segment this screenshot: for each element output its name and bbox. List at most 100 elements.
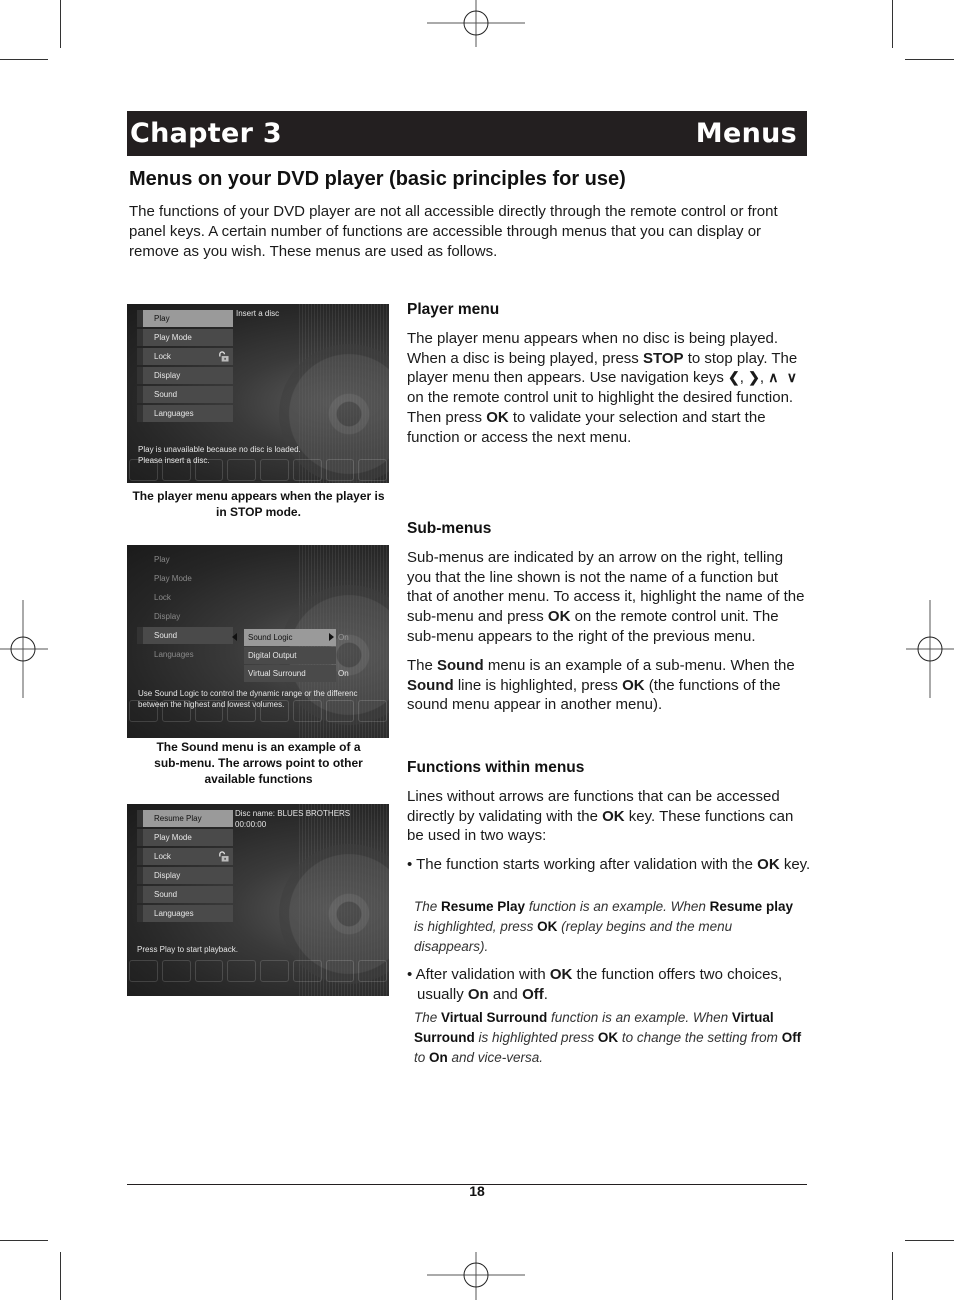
sound-submenu-list: Sound Logic Digital Output Virtual Surro… bbox=[244, 629, 336, 683]
text: • After validation with bbox=[407, 966, 550, 983]
menu-item: Languages bbox=[154, 650, 194, 659]
menu-item: Languages bbox=[137, 405, 233, 422]
example-note: The Virtual Surround function is an exam… bbox=[414, 1008, 804, 1068]
intro-paragraph: The functions of your DVD player are not… bbox=[129, 203, 778, 260]
text: line is highlighted, press bbox=[453, 676, 623, 694]
menu-item-label: Lock bbox=[154, 852, 171, 861]
bold-key: OK bbox=[757, 856, 780, 873]
crop-mark bbox=[905, 1240, 954, 1241]
screen-message-line: Play is unavailable because no disc is l… bbox=[138, 445, 301, 454]
menu-item-label: Lock bbox=[154, 352, 171, 361]
thumbnail-strip bbox=[127, 958, 389, 984]
menu-item: Sound bbox=[137, 886, 233, 903]
text: The bbox=[414, 899, 442, 914]
text: is highlighted press bbox=[474, 1030, 598, 1045]
submenu-item-label: Sound Logic bbox=[248, 633, 293, 642]
crop-mark bbox=[60, 0, 61, 48]
sound-menu-screenshot: Play Play Mode Lock Display Sound Langua… bbox=[127, 545, 389, 738]
menu-item: Display bbox=[137, 367, 233, 384]
bold-term: Resume play bbox=[709, 899, 793, 914]
registration-mark-icon bbox=[427, 0, 525, 47]
text: is highlighted, press bbox=[414, 919, 538, 934]
figure-caption: The player menu appears when the player … bbox=[132, 489, 385, 519]
bold-term: Resume Play bbox=[441, 899, 526, 914]
thumbnail-strip bbox=[127, 698, 389, 724]
text: menu is an example of a sub-menu. When t… bbox=[483, 657, 795, 674]
text: • The function starts working after vali… bbox=[407, 856, 758, 873]
bold-key: OK bbox=[537, 919, 558, 934]
section-heading: Player menu bbox=[407, 301, 500, 318]
text: function is an example. When bbox=[525, 899, 710, 914]
functions-paragraph: Lines without arrows are functions that … bbox=[407, 787, 807, 846]
bullet-item: • After validation with OK the function … bbox=[407, 965, 817, 1005]
menu-item: Play Mode bbox=[137, 329, 233, 346]
left-arrow-icon: ❮ bbox=[728, 369, 740, 386]
submenu-value: On bbox=[338, 669, 349, 678]
chapter-header: Chapter 3 Menus bbox=[127, 111, 807, 156]
example-note: The Resume Play function is an example. … bbox=[414, 897, 804, 957]
bold-key: OK bbox=[622, 676, 645, 694]
menu-item: Sound bbox=[137, 386, 233, 403]
crop-mark bbox=[892, 1252, 893, 1300]
sound-example-paragraph: The Sound menu is an example of a sub-me… bbox=[407, 656, 807, 715]
thumbnail-strip bbox=[127, 457, 389, 483]
bold-key: OK bbox=[486, 408, 509, 426]
menu-item: Lock bbox=[137, 348, 233, 365]
page-number: 18 bbox=[469, 1183, 485, 1199]
bold-key: OK bbox=[597, 1030, 619, 1045]
menu-item: Display bbox=[154, 612, 181, 621]
unlocked-padlock-icon bbox=[219, 351, 229, 362]
registration-mark-icon bbox=[906, 600, 954, 698]
text: The bbox=[407, 657, 438, 674]
right-arrow-icon bbox=[329, 633, 334, 641]
bold-term: On bbox=[467, 986, 489, 1003]
section-heading: Functions within menus bbox=[407, 759, 585, 776]
player-menu-screenshot: Play Play Mode Lock Display Sound Langua… bbox=[127, 304, 389, 483]
submenu-value: On bbox=[338, 633, 349, 642]
registration-mark-icon bbox=[427, 1252, 525, 1300]
bold-key: OK bbox=[549, 966, 573, 983]
sub-menus-paragraph: Sub-menus are indicated by an arrow on t… bbox=[407, 548, 807, 647]
down-arrow-icon: ∨ bbox=[786, 369, 798, 386]
menu-item: Play bbox=[137, 310, 233, 327]
text: to bbox=[414, 1050, 430, 1065]
menu-item: Play bbox=[154, 555, 170, 564]
figure-caption: The Sound menu is an example of a sub-me… bbox=[154, 740, 363, 786]
text: and vice-versa. bbox=[447, 1050, 544, 1065]
menu-item: Play Mode bbox=[154, 574, 192, 583]
unlocked-padlock-icon bbox=[219, 851, 229, 862]
player-menu-list: Resume Play Play Mode Lock Display Sound… bbox=[137, 810, 233, 924]
text: The bbox=[414, 1010, 442, 1025]
bold-term: Sound bbox=[437, 657, 484, 674]
bold-term: Virtual Surround bbox=[441, 1010, 548, 1025]
crop-mark bbox=[60, 1252, 61, 1300]
disc-name: Disc name: BLUES BROTHERS bbox=[235, 809, 351, 818]
player-menu-paragraph: The player menu appears when no disc is … bbox=[407, 330, 798, 446]
bold-term: Off bbox=[781, 1030, 802, 1045]
submenu-item: Virtual Surround bbox=[244, 665, 336, 682]
text: key. bbox=[779, 856, 811, 873]
right-arrow-icon: ❯ bbox=[748, 369, 760, 386]
crop-mark bbox=[0, 1240, 48, 1241]
text: and bbox=[488, 986, 523, 1003]
section-heading: Sub-menus bbox=[407, 520, 492, 537]
menu-item: Play Mode bbox=[137, 829, 233, 846]
submenu-item: Sound Logic bbox=[244, 629, 336, 646]
submenu-item-label: Virtual Surround bbox=[248, 669, 306, 678]
crop-mark bbox=[0, 59, 48, 60]
page-title: Menus on your DVD player (basic principl… bbox=[129, 168, 626, 190]
bullet-item: • The function starts working after vali… bbox=[407, 855, 817, 875]
left-arrow-icon bbox=[232, 633, 237, 641]
main-menu-list: Play Play Mode Lock Display Sound Langua… bbox=[137, 551, 233, 665]
menu-item: Lock bbox=[137, 848, 233, 865]
menu-item: Lock bbox=[154, 593, 171, 602]
bold-term: Off bbox=[522, 986, 544, 1003]
registration-mark-icon bbox=[0, 600, 48, 698]
bold-key: OK bbox=[602, 807, 625, 825]
player-menu-list: Play Play Mode Lock Display Sound Langua… bbox=[137, 310, 233, 424]
screen-header: Insert a disc bbox=[236, 309, 280, 318]
bold-term: On bbox=[429, 1050, 448, 1065]
resume-menu-screenshot: Resume Play Play Mode Lock Display Sound… bbox=[127, 804, 389, 996]
bold-key: STOP bbox=[642, 349, 684, 367]
crop-mark bbox=[905, 59, 954, 60]
